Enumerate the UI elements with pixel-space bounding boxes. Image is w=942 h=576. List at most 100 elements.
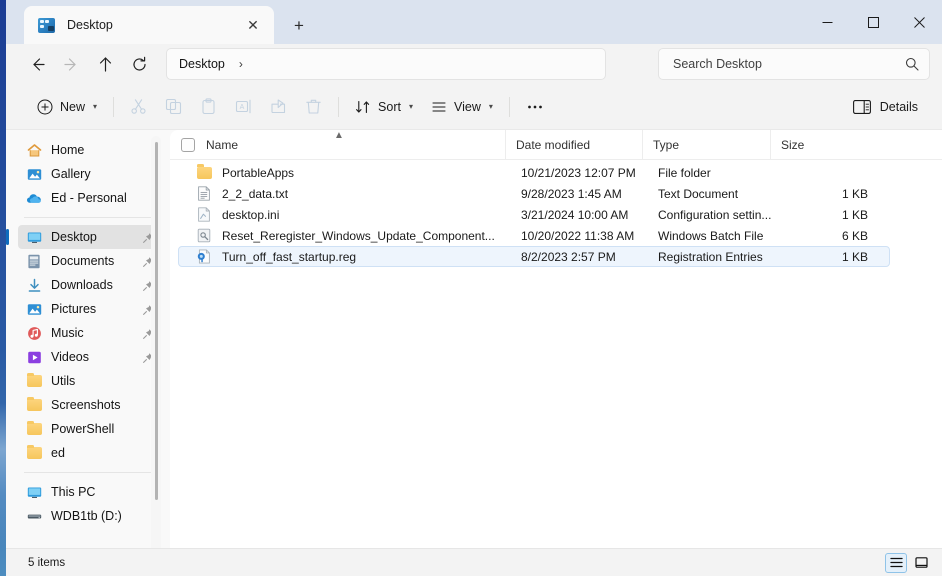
forward-button[interactable]: [54, 48, 88, 80]
desktop-icon: [26, 229, 42, 245]
sidebar-item-music[interactable]: Music: [18, 321, 160, 345]
folder-icon: [26, 397, 42, 413]
view-toggle-group: [885, 553, 932, 573]
onedrive-icon: [26, 190, 42, 206]
music-icon: [26, 325, 42, 341]
window-controls: [804, 0, 942, 44]
file-date-modified: 3/21/2024 10:00 AM: [521, 208, 658, 222]
file-name: Turn_off_fast_startup.reg: [222, 250, 521, 264]
sidebar-item-pictures[interactable]: Pictures: [18, 297, 160, 321]
view-button[interactable]: View ▾: [422, 91, 502, 123]
tab-title: Desktop: [67, 18, 240, 32]
videos-icon: [26, 349, 42, 365]
more-options-button[interactable]: [517, 91, 553, 123]
file-name: Reset_Reregister_Windows_Update_Componen…: [222, 229, 521, 243]
batch-file-icon: [196, 228, 212, 244]
paste-button[interactable]: [191, 91, 226, 123]
sort-button[interactable]: Sort ▾: [346, 91, 422, 123]
back-button[interactable]: [20, 48, 54, 80]
sidebar-item-label: Ed - Personal: [51, 191, 154, 205]
sidebar-item-ed-personal[interactable]: Ed - Personal: [18, 186, 160, 210]
chevron-down-icon[interactable]: ▾: [409, 102, 413, 111]
address-bar-row: Desktop › Search Desktop: [6, 44, 942, 84]
close-button[interactable]: [896, 0, 942, 44]
folder-icon: [26, 373, 42, 389]
details-pane-label: Details: [880, 100, 918, 114]
item-count-label: 5 items: [28, 557, 65, 569]
sidebar-item-label: Gallery: [51, 167, 154, 181]
table-row[interactable]: desktop.ini 3/21/2024 10:00 AM Configura…: [178, 204, 890, 225]
close-tab-icon[interactable]: ✕: [240, 12, 266, 38]
file-rows: PortableApps 10/21/2023 12:07 PM File fo…: [170, 160, 942, 548]
drive-icon: [26, 508, 42, 524]
home-icon: [26, 142, 42, 158]
share-button[interactable]: [261, 91, 296, 123]
sidebar-item-utils[interactable]: Utils: [18, 369, 160, 393]
chevron-down-icon[interactable]: ▾: [489, 102, 493, 111]
file-type: Text Document: [658, 187, 786, 201]
sidebar-scrollbar-thumb[interactable]: [155, 142, 158, 500]
sidebar-item-label: This PC: [51, 485, 154, 499]
explorer-body: Home Gallery Ed - Personal Desk: [6, 130, 942, 548]
table-row[interactable]: 2_2_data.txt 9/28/2023 1:45 AM Text Docu…: [178, 183, 890, 204]
chevron-down-icon[interactable]: ▾: [93, 102, 97, 111]
sidebar-item-this-pc[interactable]: This PC: [18, 480, 160, 504]
sidebar-item-label: Pictures: [51, 302, 142, 316]
rename-button[interactable]: A: [226, 91, 261, 123]
file-name: PortableApps: [222, 166, 521, 180]
select-all-checkbox[interactable]: [181, 138, 195, 152]
sidebar-item-powershell[interactable]: PowerShell: [18, 417, 160, 441]
file-type: Registration Entries: [658, 250, 786, 264]
sidebar-item-home[interactable]: Home: [18, 138, 160, 162]
sidebar-item-screenshots[interactable]: Screenshots: [18, 393, 160, 417]
details-view-button[interactable]: [885, 553, 907, 573]
sidebar-scrollbar[interactable]: [151, 136, 161, 548]
tab-desktop[interactable]: Desktop ✕: [24, 6, 274, 44]
file-name: 2_2_data.txt: [222, 187, 521, 201]
status-bar: 5 items: [6, 548, 942, 576]
sidebar-item-label: Utils: [51, 374, 154, 388]
search-input[interactable]: Search Desktop: [658, 48, 930, 80]
file-list-pane: ▲ Name Date modified Type Size PortableA…: [170, 130, 942, 548]
delete-button[interactable]: [296, 91, 331, 123]
column-header-size[interactable]: Size: [770, 130, 898, 160]
new-tab-button[interactable]: +: [284, 10, 314, 40]
sidebar-item-downloads[interactable]: Downloads: [18, 273, 160, 297]
minimize-button[interactable]: [804, 0, 850, 44]
column-header-date-modified[interactable]: Date modified: [505, 130, 642, 160]
sidebar-item-wdb1tb-d[interactable]: WDB1tb (D:): [18, 504, 160, 528]
sidebar-divider: [24, 217, 156, 218]
sidebar-item-documents[interactable]: Documents: [18, 249, 160, 273]
breadcrumb[interactable]: Desktop ›: [166, 48, 606, 80]
sidebar-item-desktop[interactable]: Desktop: [18, 225, 160, 249]
table-row[interactable]: Reset_Reregister_Windows_Update_Componen…: [178, 225, 890, 246]
svg-text:A: A: [240, 104, 245, 111]
cut-button[interactable]: [121, 91, 156, 123]
column-header-name[interactable]: Name: [206, 130, 505, 160]
refresh-button[interactable]: [122, 48, 156, 80]
table-row[interactable]: PortableApps 10/21/2023 12:07 PM File fo…: [178, 162, 890, 183]
registry-file-icon: [196, 249, 212, 265]
sidebar-item-label: Documents: [51, 254, 142, 268]
file-explorer-window: Desktop ✕ + Des: [6, 0, 942, 576]
sidebar-item-label: Downloads: [51, 278, 142, 292]
maximize-button[interactable]: [850, 0, 896, 44]
pictures-icon: [26, 301, 42, 317]
table-row[interactable]: Turn_off_fast_startup.reg 8/2/2023 2:57 …: [178, 246, 890, 267]
search-icon[interactable]: [905, 57, 919, 71]
sidebar-item-label: Videos: [51, 350, 142, 364]
copy-button[interactable]: [156, 91, 191, 123]
column-header-type[interactable]: Type: [642, 130, 770, 160]
sidebar-item-videos[interactable]: Videos: [18, 345, 160, 369]
sidebar-item-ed[interactable]: ed: [18, 441, 160, 465]
text-document-icon: [196, 186, 212, 202]
breadcrumb-item-desktop[interactable]: Desktop: [179, 57, 225, 71]
file-size: 6 KB: [786, 229, 868, 243]
up-button[interactable]: [88, 48, 122, 80]
sidebar-item-gallery[interactable]: Gallery: [18, 162, 160, 186]
details-pane-button[interactable]: Details: [843, 91, 928, 123]
chevron-right-icon[interactable]: ›: [239, 57, 243, 71]
documents-icon: [26, 253, 42, 269]
new-button[interactable]: New ▾: [28, 91, 106, 123]
large-icons-view-button[interactable]: [910, 553, 932, 573]
